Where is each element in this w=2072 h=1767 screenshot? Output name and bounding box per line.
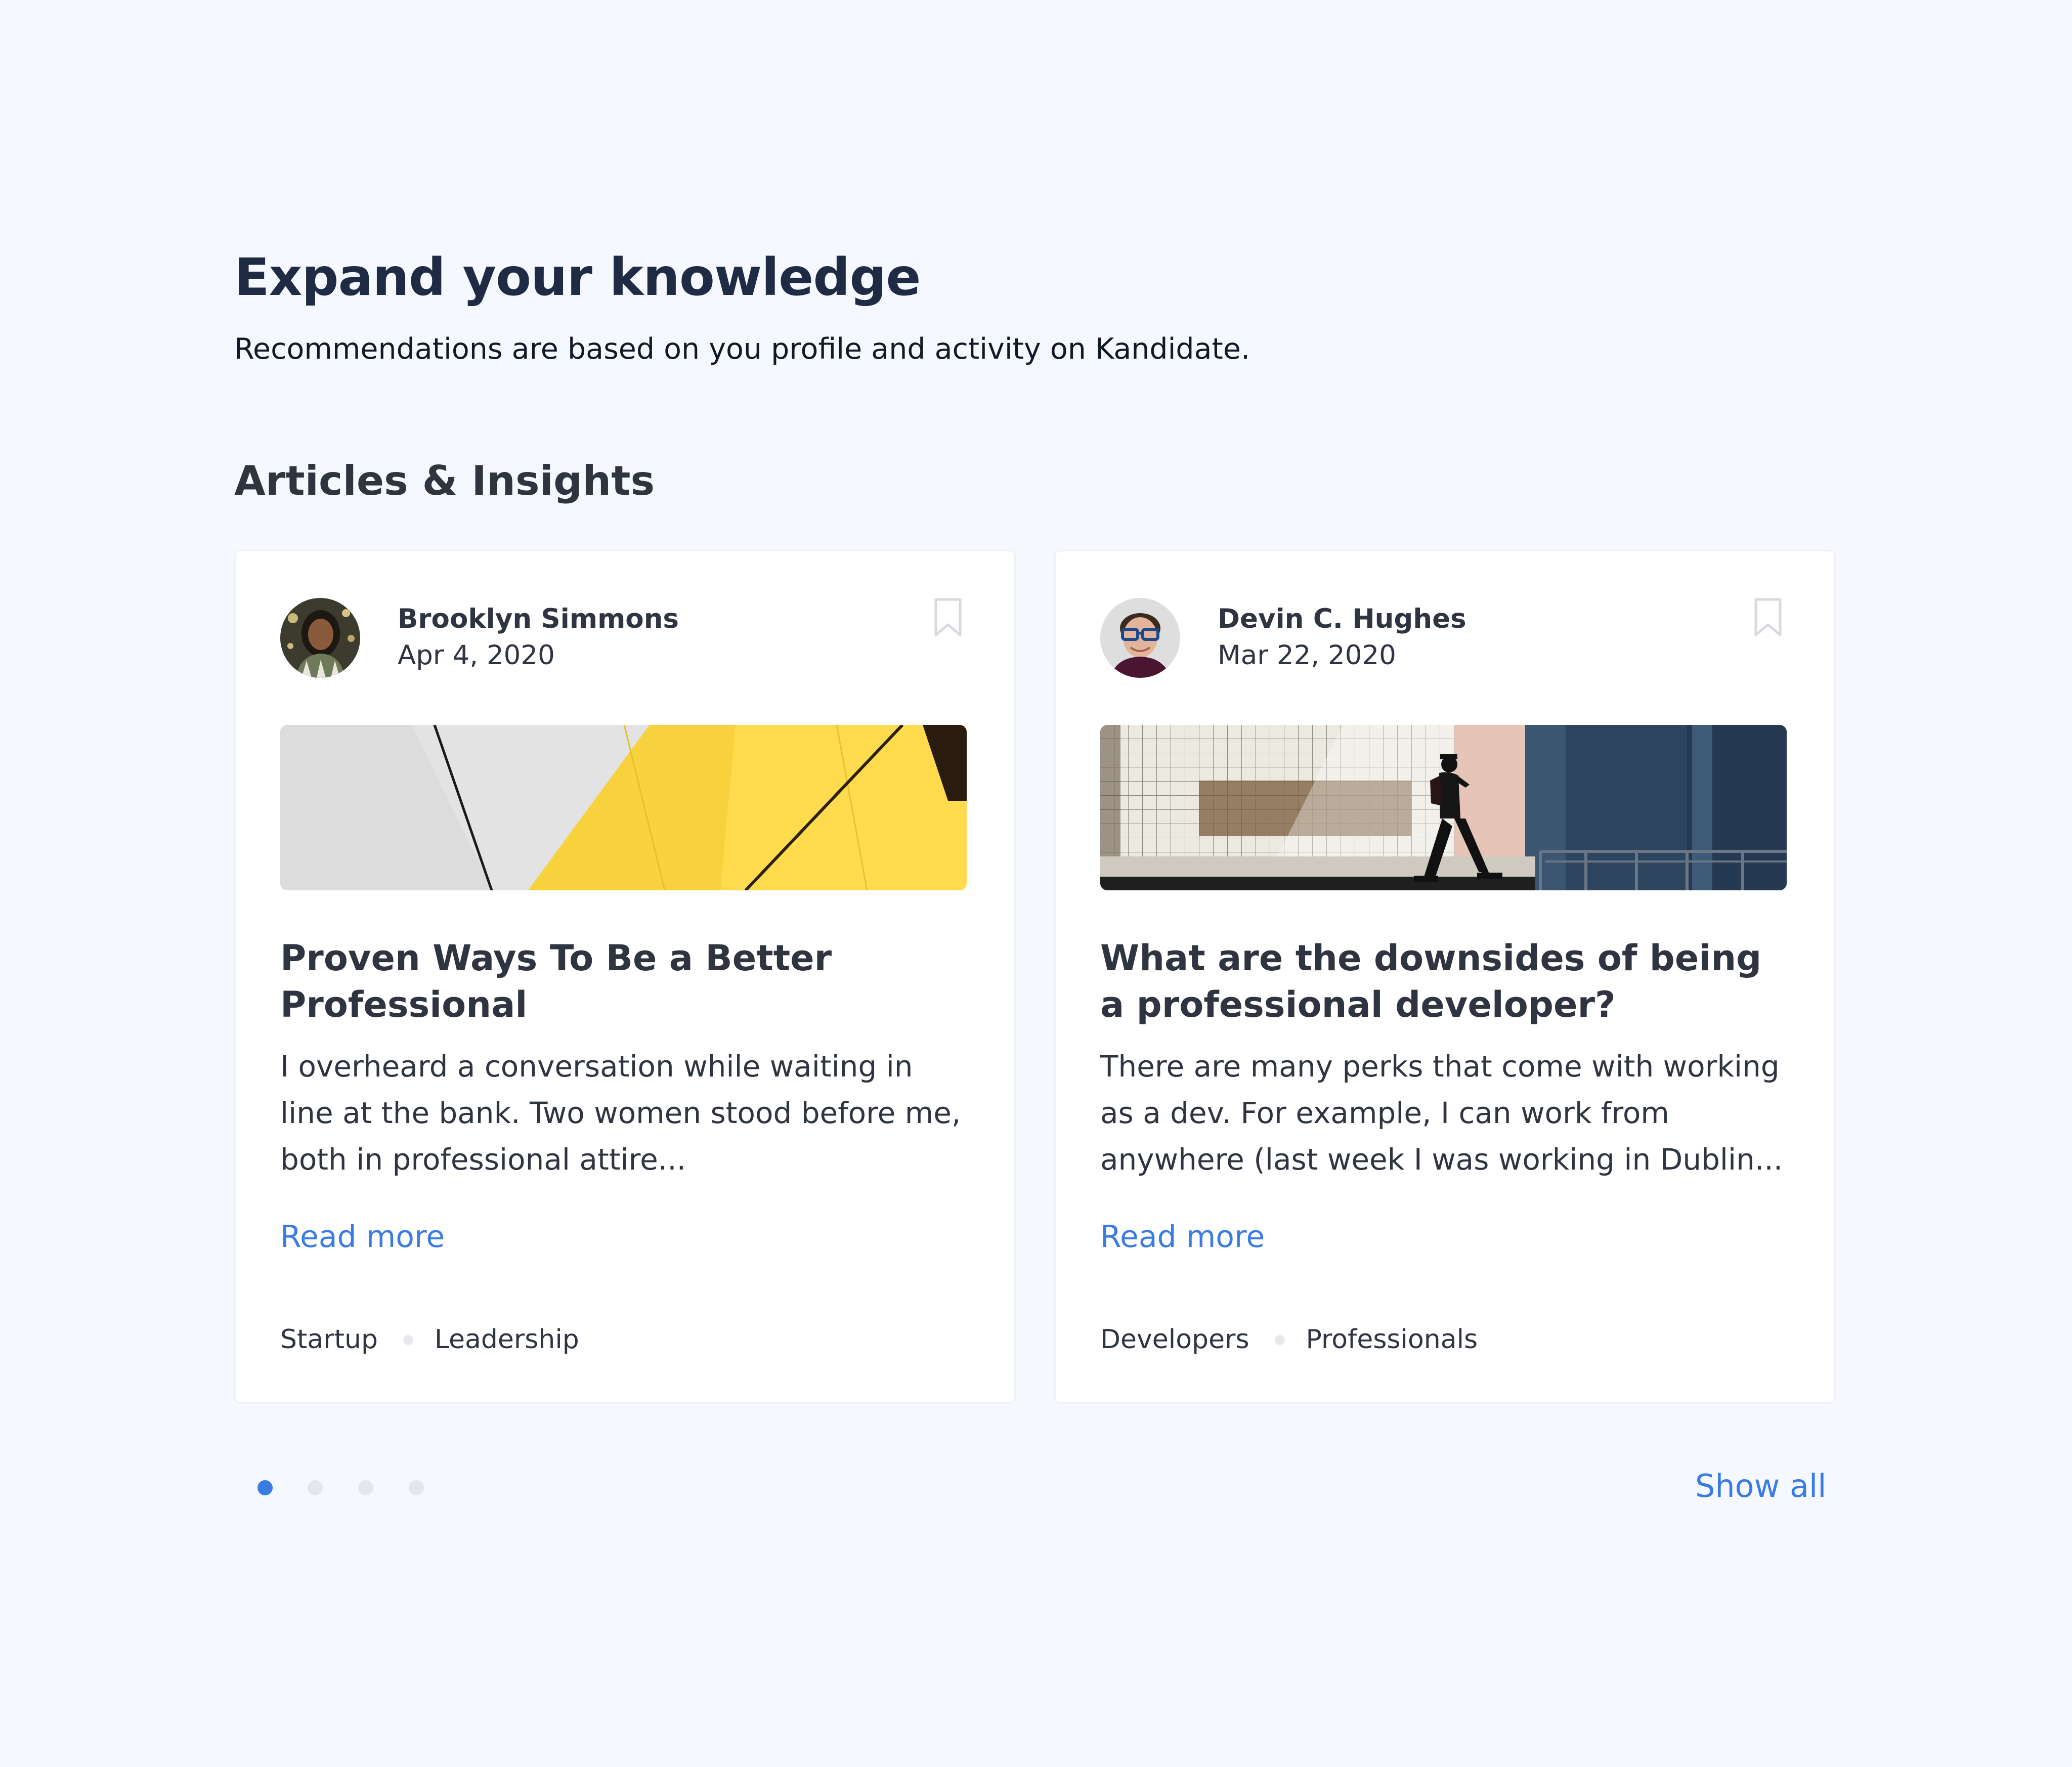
- tag-professionals[interactable]: Professionals: [1306, 1323, 1478, 1357]
- bookmark-icon[interactable]: [1753, 597, 1783, 638]
- tag-leadership[interactable]: Leadership: [435, 1323, 579, 1357]
- article-excerpt: I overheard a conversation while waiting…: [280, 1049, 961, 1177]
- author-avatar: [280, 598, 360, 678]
- article-excerpt: There are many perks that come with work…: [1100, 1049, 1783, 1177]
- author-name[interactable]: Devin C. Hughes: [1218, 602, 1466, 637]
- article-card: Brooklyn Simmons Apr 4, 2020 Proven Ways…: [234, 550, 1016, 1404]
- tag-list: Startup Leadership: [280, 1323, 579, 1357]
- pagination-dot-4[interactable]: [409, 1480, 424, 1495]
- article-cover-image[interactable]: [280, 725, 967, 890]
- page-subtitle: Recommendations are based on you profile…: [234, 332, 1250, 366]
- tag-separator-dot: [1274, 1334, 1285, 1345]
- post-date: Apr 4, 2020: [398, 640, 555, 671]
- bookmark-icon[interactable]: [933, 597, 963, 638]
- show-all-link[interactable]: Show all: [1695, 1466, 1826, 1507]
- pagination-dot-1[interactable]: [257, 1480, 273, 1495]
- page-title: Expand your knowledge: [234, 247, 921, 308]
- author-avatar: [1100, 598, 1180, 678]
- section-title: Articles & Insights: [234, 457, 655, 504]
- tag-list: Developers Professionals: [1100, 1323, 1478, 1357]
- tag-separator-dot: [403, 1334, 413, 1345]
- pagination-dot-3[interactable]: [358, 1480, 373, 1495]
- article-card: Devin C. Hughes Mar 22, 2020 What are th…: [1054, 550, 1836, 1404]
- article-title[interactable]: What are the downsides of being a profes…: [1100, 935, 1788, 1028]
- read-more-link[interactable]: Read more: [280, 1217, 445, 1257]
- tag-startup[interactable]: Startup: [280, 1323, 378, 1357]
- post-date: Mar 22, 2020: [1218, 640, 1396, 671]
- pagination-dot-2[interactable]: [308, 1480, 323, 1495]
- article-cover-image[interactable]: [1100, 725, 1787, 890]
- author-name[interactable]: Brooklyn Simmons: [398, 602, 679, 637]
- article-title[interactable]: Proven Ways To Be a Better Professional: [280, 935, 968, 1028]
- tag-developers[interactable]: Developers: [1100, 1323, 1249, 1357]
- read-more-link[interactable]: Read more: [1100, 1217, 1265, 1257]
